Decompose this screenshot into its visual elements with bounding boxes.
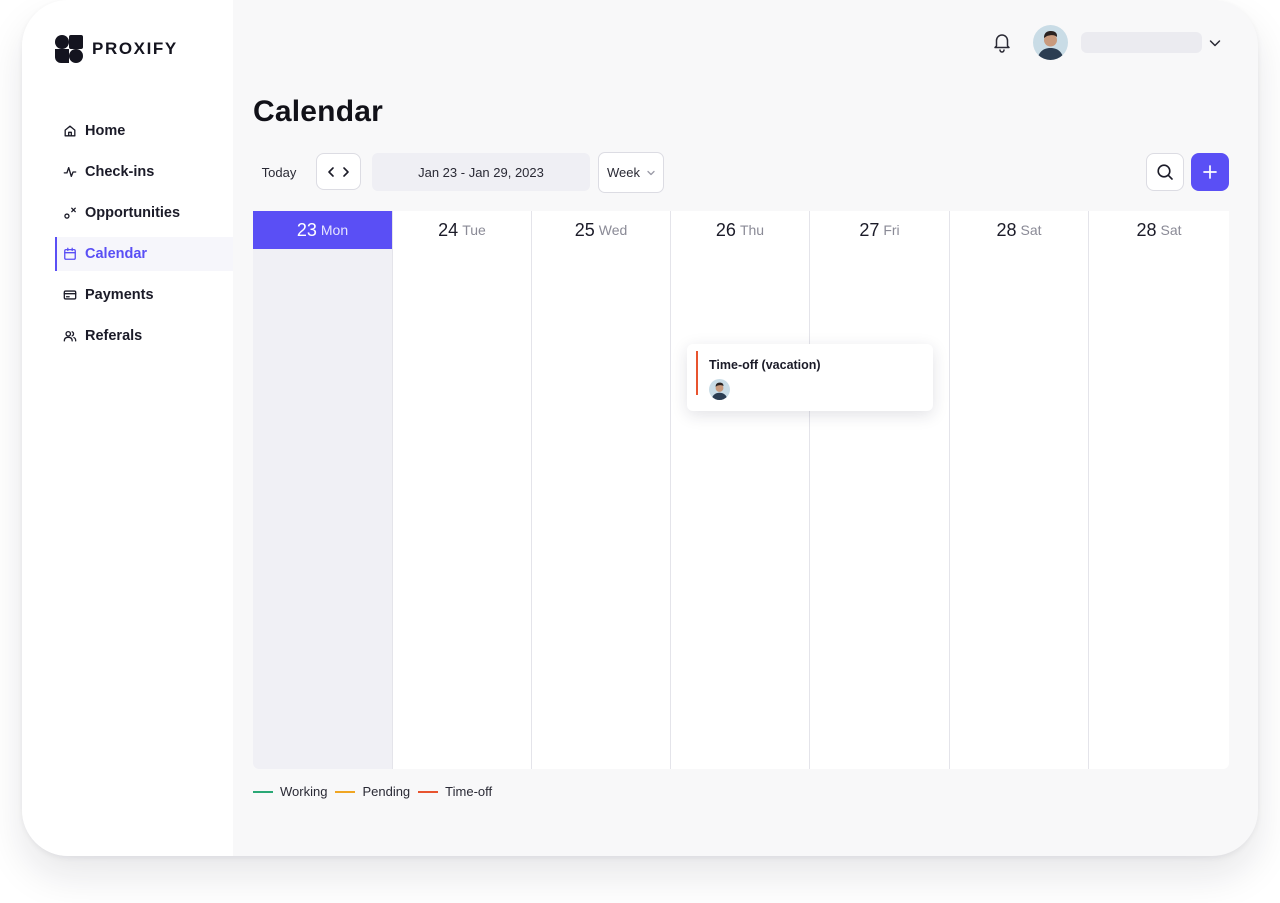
day-name: Sat: [1020, 222, 1042, 238]
sidebar-item-label: Opportunities: [85, 205, 181, 221]
sidebar-item-home[interactable]: Home: [55, 114, 233, 148]
legend-swatch: [253, 790, 273, 793]
sidebar-item-opportunities[interactable]: Opportunities: [55, 196, 233, 230]
day-header[interactable]: 26 Thu: [671, 211, 809, 249]
day-name: Mon: [320, 222, 349, 238]
day-number: 28: [1136, 219, 1157, 240]
day-name: Fri: [883, 222, 900, 238]
legend-swatch: [418, 790, 439, 793]
avatar[interactable]: [1033, 25, 1068, 60]
day-column-sat[interactable]: 28 Sat: [950, 211, 1089, 769]
prev-next-buttons[interactable]: [316, 153, 361, 190]
day-number: 23: [296, 219, 317, 240]
day-header[interactable]: 28 Sat: [950, 211, 1088, 249]
day-number: 25: [574, 219, 595, 240]
day-header[interactable]: 23 Mon: [253, 211, 392, 249]
view-select-value: Week: [607, 165, 640, 180]
users-icon: [63, 330, 77, 342]
day-column-tue[interactable]: 24 Tue: [393, 211, 532, 769]
day-column-wed[interactable]: 25 Wed: [532, 211, 671, 769]
event-status-accent: [696, 351, 698, 395]
legend-swatch: [335, 790, 356, 793]
sidebar-item-referals[interactable]: Referals: [55, 319, 233, 353]
date-range-display[interactable]: Jan 23 - Jan 29, 2023: [372, 153, 590, 191]
sidebar-nav: Home Check-ins Opportunities Calendar Pa…: [55, 114, 233, 360]
day-column-thu[interactable]: 26 Thu: [671, 211, 810, 769]
proxify-logo-icon: [55, 35, 83, 63]
opportunities-icon: [64, 207, 76, 219]
day-header[interactable]: 27 Fri: [810, 211, 949, 249]
main-content: Calendar Today Jan 23 - Jan 29, 2023 Wee…: [233, 0, 1258, 856]
day-column-sun[interactable]: 28 Sat: [1089, 211, 1229, 769]
day-number: 28: [996, 219, 1017, 240]
calendar-icon: [64, 247, 76, 260]
event-title: Time-off (vacation): [709, 358, 821, 372]
day-name: Wed: [598, 222, 628, 238]
day-header[interactable]: 25 Wed: [532, 211, 670, 249]
sidebar-item-check-ins[interactable]: Check-ins: [55, 155, 233, 189]
logo[interactable]: PROXIFY: [55, 35, 178, 63]
page-title: Calendar: [253, 95, 383, 128]
chevron-down-icon[interactable]: [1208, 36, 1222, 50]
home-icon: [64, 125, 76, 137]
day-name: Tue: [462, 222, 486, 238]
sidebar: PROXIFY Home Check-ins Opportunities Cal…: [22, 0, 233, 856]
legend-item-time-off: Time-off: [418, 784, 492, 799]
plus-icon: [1203, 165, 1217, 179]
day-number: 24: [438, 219, 459, 240]
search-icon: [1157, 164, 1173, 180]
add-event-button[interactable]: [1191, 153, 1229, 191]
calendar-toolbar: Today Jan 23 - Jan 29, 2023 Week: [253, 152, 1229, 193]
legend-label: Pending: [362, 784, 411, 799]
chevron-right-icon[interactable]: [340, 166, 352, 178]
user-name-placeholder: [1081, 32, 1202, 53]
brand-name: PROXIFY: [92, 39, 178, 58]
legend-label: Working: [280, 784, 328, 799]
sidebar-item-label: Check-ins: [85, 164, 155, 180]
search-button[interactable]: [1146, 153, 1184, 191]
week-grid: 23 Mon 24 Tue 25 Wed 26 Thu 27 Fri 28 Sat 28 Sa…: [253, 211, 1229, 769]
sidebar-item-label: Home: [85, 123, 126, 139]
day-name: Thu: [739, 222, 765, 238]
day-name: Sat: [1160, 222, 1182, 238]
legend-label: Time-off: [445, 784, 493, 799]
chevron-down-icon: [647, 170, 655, 175]
day-number: 27: [859, 219, 880, 240]
bell-icon[interactable]: [991, 31, 1013, 53]
app-window: PROXIFY Home Check-ins Opportunities Cal…: [22, 0, 1258, 856]
legend-item-pending: Pending: [335, 784, 410, 799]
day-header[interactable]: 24 Tue: [393, 211, 531, 249]
activity-icon: [63, 166, 77, 178]
day-column-mon[interactable]: 23 Mon: [253, 211, 393, 769]
day-number: 26: [715, 219, 736, 240]
today-button[interactable]: Today: [253, 152, 305, 192]
event-avatar: [709, 379, 730, 400]
sidebar-item-label: Payments: [85, 287, 154, 303]
status-legend: Working Pending Time-off: [253, 784, 492, 799]
sidebar-item-label: Referals: [85, 328, 143, 344]
day-header[interactable]: 28 Sat: [1089, 211, 1229, 249]
chevron-left-icon[interactable]: [325, 166, 337, 178]
view-select[interactable]: Week: [598, 152, 664, 193]
sidebar-item-calendar[interactable]: Calendar: [55, 237, 233, 271]
sidebar-item-payments[interactable]: Payments: [55, 278, 233, 312]
event-card[interactable]: Time-off (vacation): [687, 344, 933, 411]
day-column-fri[interactable]: 27 Fri: [810, 211, 950, 769]
legend-item-working: Working: [253, 784, 327, 799]
sidebar-item-label: Calendar: [85, 246, 148, 262]
payments-icon: [63, 290, 77, 300]
